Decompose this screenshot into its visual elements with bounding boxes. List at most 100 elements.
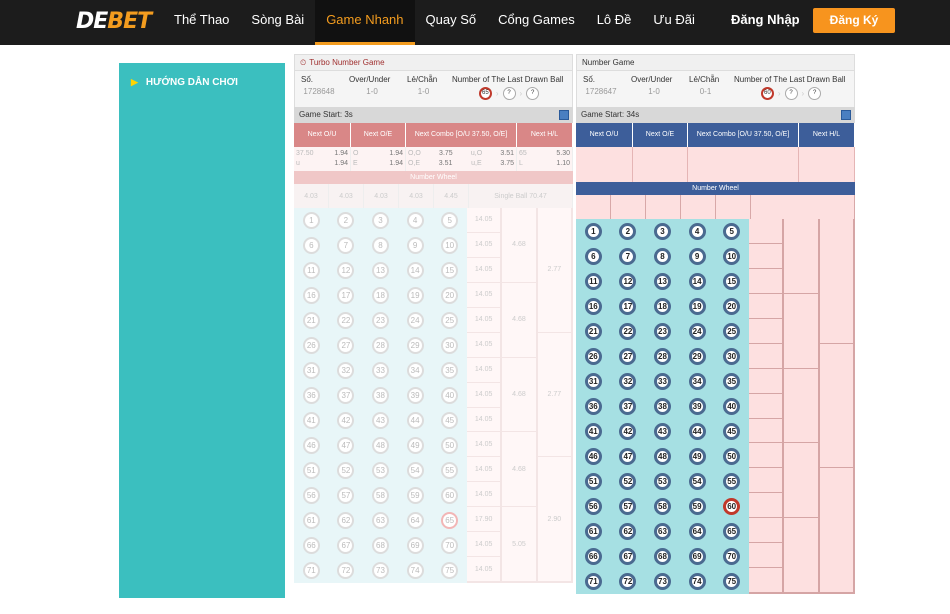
number-ball[interactable]: 46 (302, 437, 320, 454)
number-ball[interactable]: 5 (723, 223, 741, 240)
number-ball[interactable]: 32 (619, 373, 637, 390)
number-ball[interactable]: 4 (406, 212, 424, 229)
login-link[interactable]: Đăng Nhập (731, 12, 800, 27)
number-ball[interactable]: 75 (441, 562, 459, 579)
number-ball[interactable]: 46 (584, 448, 602, 465)
row-odds[interactable] (749, 568, 784, 594)
number-ball[interactable]: 9 (688, 248, 706, 265)
number-ball[interactable]: 8 (653, 248, 671, 265)
number-ball[interactable]: 29 (688, 348, 706, 365)
number-ball[interactable]: 20 (441, 287, 459, 304)
group3-odds[interactable] (819, 219, 854, 344)
group5-odds[interactable]: 4.68 (502, 208, 537, 283)
number-ball[interactable]: 64 (406, 512, 424, 529)
group5-odds[interactable]: 4.68 (502, 357, 537, 433)
number-ball[interactable]: 53 (371, 462, 389, 479)
number-ball[interactable]: 2 (337, 212, 355, 229)
number-ball[interactable]: 50 (441, 437, 459, 454)
number-ball[interactable]: 45 (441, 412, 459, 429)
number-ball[interactable]: 38 (653, 398, 671, 415)
number-ball[interactable]: 27 (619, 348, 637, 365)
number-ball[interactable]: 55 (723, 473, 741, 490)
number-ball[interactable]: 58 (653, 498, 671, 515)
number-ball[interactable]: 59 (406, 487, 424, 504)
number-ball[interactable]: 40 (723, 398, 741, 415)
number-ball[interactable]: 73 (653, 573, 671, 590)
number-ball[interactable]: 10 (441, 237, 459, 254)
row-odds[interactable] (749, 393, 784, 419)
row-odds[interactable]: 14.05 (467, 282, 502, 308)
row-odds[interactable] (749, 219, 784, 244)
refresh-icon[interactable] (559, 110, 569, 120)
number-ball[interactable]: 17 (337, 287, 355, 304)
number-ball[interactable]: 18 (371, 287, 389, 304)
number-ball[interactable]: 6 (584, 248, 602, 265)
number-ball[interactable]: 11 (302, 262, 320, 279)
number-ball[interactable]: 14 (688, 273, 706, 290)
number-ball[interactable]: 38 (371, 387, 389, 404)
number-ball[interactable]: 74 (688, 573, 706, 590)
odds-cell[interactable]: O,E 3.51 u,E 3.75 (408, 159, 514, 169)
wheel-odds[interactable]: 4.03 (294, 184, 329, 208)
row-odds[interactable] (749, 368, 784, 394)
number-ball[interactable]: 13 (371, 262, 389, 279)
number-ball[interactable]: 44 (688, 423, 706, 440)
odds-cell[interactable]: u 1.94 (296, 159, 348, 169)
row-odds[interactable]: 14.05 (467, 208, 502, 233)
number-ball[interactable]: 34 (406, 362, 424, 379)
row-odds[interactable] (749, 318, 784, 344)
row-odds[interactable] (749, 343, 784, 369)
wheel-odds[interactable] (646, 195, 681, 219)
number-ball[interactable]: 50 (723, 448, 741, 465)
number-ball[interactable]: 20 (723, 298, 741, 315)
nav-item[interactable]: Cổng Games (487, 0, 586, 45)
number-ball[interactable]: 36 (302, 387, 320, 404)
group5-odds[interactable]: 5.05 (502, 507, 537, 582)
number-ball[interactable]: 65 (441, 512, 459, 529)
group5-odds[interactable] (784, 518, 819, 593)
row-odds[interactable] (749, 418, 784, 444)
row-odds[interactable]: 14.05 (467, 232, 502, 258)
number-ball[interactable]: 37 (337, 387, 355, 404)
number-ball[interactable]: 54 (406, 462, 424, 479)
number-ball[interactable]: 9 (406, 237, 424, 254)
nav-item[interactable]: Thể Thao (163, 0, 240, 45)
number-ball[interactable]: 63 (371, 512, 389, 529)
row-odds[interactable]: 14.05 (467, 257, 502, 283)
odds-cell[interactable]: 65 5.30 (519, 149, 570, 159)
number-ball[interactable]: 39 (688, 398, 706, 415)
number-ball[interactable]: 59 (688, 498, 706, 515)
number-ball[interactable]: 23 (653, 323, 671, 340)
wheel-odds[interactable]: 4.03 (329, 184, 364, 208)
number-ball[interactable]: 66 (584, 548, 602, 565)
number-ball[interactable]: 32 (337, 362, 355, 379)
number-ball[interactable]: 39 (406, 387, 424, 404)
row-odds[interactable]: 14.05 (467, 307, 502, 333)
nav-item[interactable]: Game Nhanh (315, 0, 415, 45)
number-ball[interactable]: 70 (441, 537, 459, 554)
wheel-odds[interactable] (576, 195, 611, 219)
number-ball[interactable]: 30 (441, 337, 459, 354)
sidebar-item-guide[interactable]: ▶ HƯỚNG DẪN CHƠI (131, 77, 238, 88)
row-odds[interactable]: 14.05 (467, 557, 502, 583)
number-ball[interactable]: 1 (302, 212, 320, 229)
number-ball[interactable]: 29 (406, 337, 424, 354)
odds-cell[interactable]: L 1.10 (519, 159, 570, 169)
number-ball[interactable]: 49 (406, 437, 424, 454)
number-ball[interactable]: 56 (302, 487, 320, 504)
number-ball[interactable]: 44 (406, 412, 424, 429)
number-ball[interactable]: 17 (619, 298, 637, 315)
number-ball[interactable]: 48 (653, 448, 671, 465)
number-ball[interactable]: 7 (619, 248, 637, 265)
number-ball[interactable]: 41 (302, 412, 320, 429)
number-ball[interactable]: 67 (337, 537, 355, 554)
number-ball[interactable]: 55 (441, 462, 459, 479)
number-ball[interactable]: 66 (302, 537, 320, 554)
number-ball[interactable]: 51 (584, 473, 602, 490)
number-ball[interactable]: 71 (584, 573, 602, 590)
number-ball[interactable]: 68 (653, 548, 671, 565)
number-ball[interactable]: 12 (337, 262, 355, 279)
number-ball[interactable]: 15 (441, 262, 459, 279)
number-ball[interactable]: 52 (337, 462, 355, 479)
refresh-icon[interactable] (841, 110, 851, 120)
